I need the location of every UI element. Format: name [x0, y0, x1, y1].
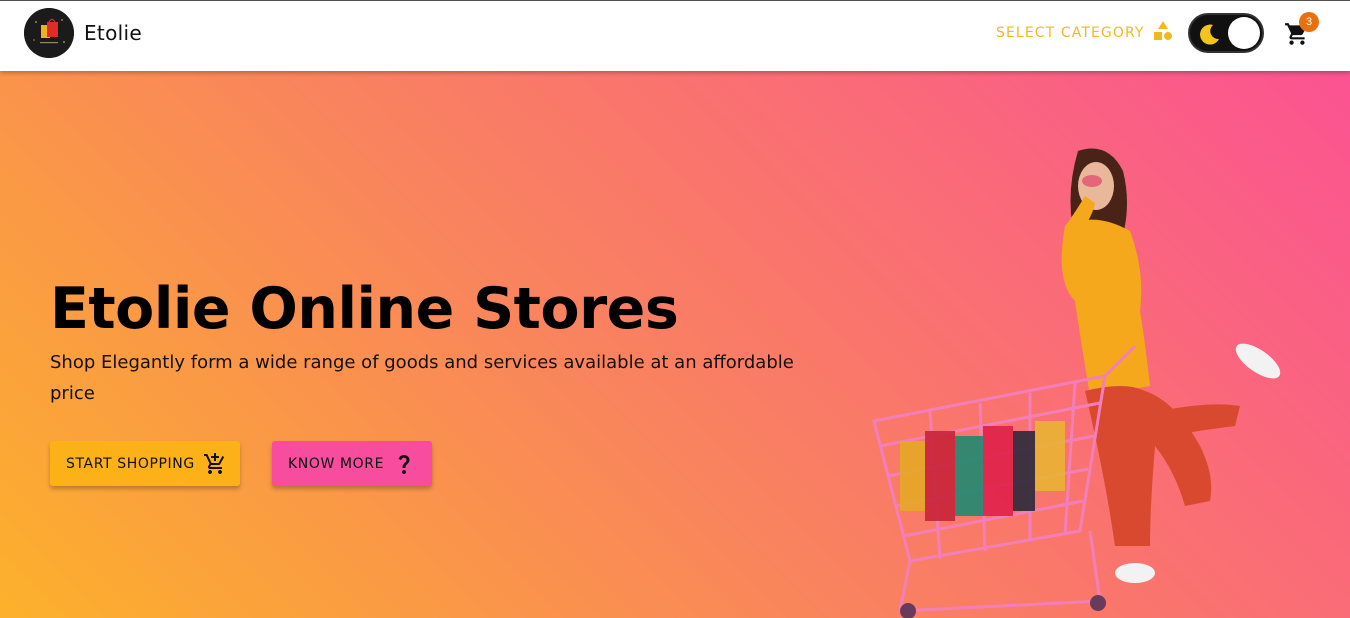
select-category-button[interactable]: SELECT CATEGORY	[996, 20, 1173, 46]
hero-banner: Etolie Online Stores Shop Elegantly form…	[0, 71, 1350, 618]
add-shopping-cart-icon	[203, 452, 227, 476]
brand-logo[interactable]	[24, 8, 74, 58]
question-mark-icon	[392, 452, 416, 476]
know-more-label: KNOW MORE	[288, 455, 385, 472]
hero-woman-with-cart-image	[860, 141, 1300, 618]
moon-icon	[1198, 22, 1222, 51]
cart-count-badge: 3	[1299, 12, 1319, 32]
hero-title: Etolie Online Stores	[50, 276, 679, 342]
hero-subtitle: Shop Elegantly form a wide range of good…	[50, 352, 794, 404]
shapes-icon	[1153, 20, 1173, 46]
dark-mode-toggle[interactable]	[1188, 13, 1264, 53]
toggle-knob	[1228, 17, 1260, 49]
start-shopping-button[interactable]: START SHOPPING	[50, 441, 240, 486]
start-shopping-label: START SHOPPING	[66, 455, 195, 472]
brand-name[interactable]: Etolie	[84, 21, 142, 45]
select-category-label: SELECT CATEGORY	[996, 25, 1145, 41]
navbar: Etolie SELECT CATEGORY 3	[0, 1, 1350, 71]
know-more-button[interactable]: KNOW MORE	[272, 441, 432, 486]
